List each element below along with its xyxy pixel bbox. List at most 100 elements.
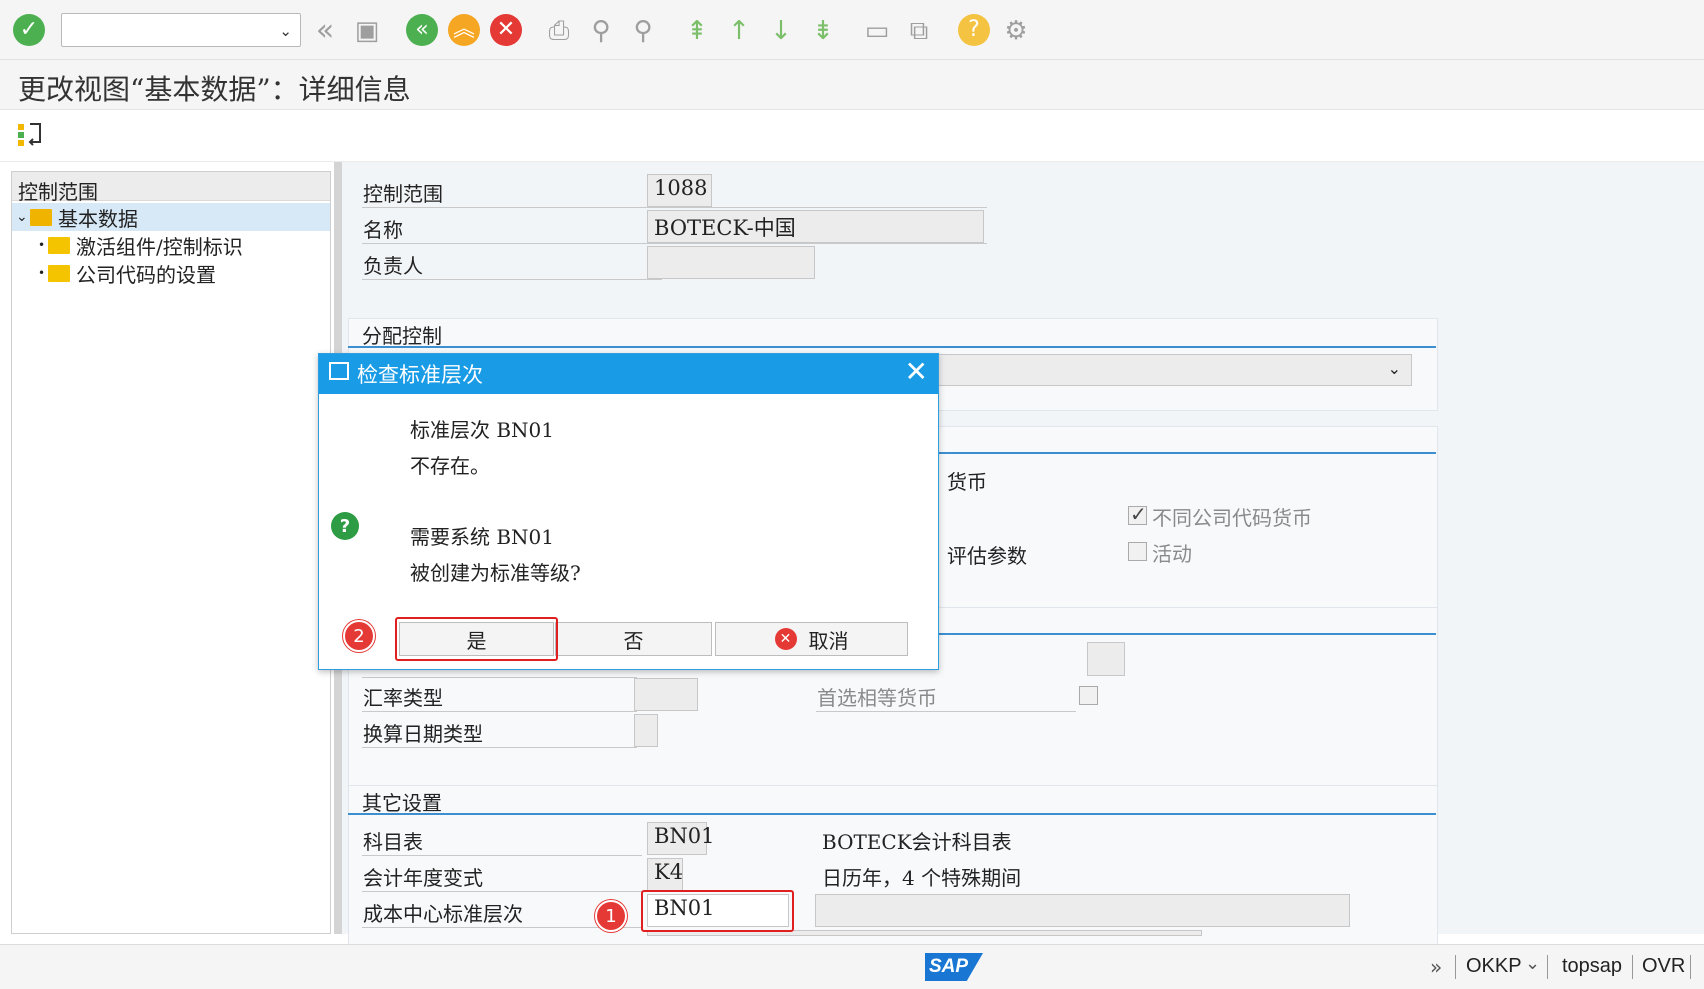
display-change-icon[interactable]	[16, 120, 46, 150]
command-field[interactable]: ⌄	[61, 13, 301, 47]
shortcut-icon[interactable]: ⧉	[902, 14, 936, 48]
field-label-name: 名称	[363, 218, 403, 242]
dialog-message-line1: 标准层次 BN01	[410, 418, 555, 442]
application-toolbar	[0, 110, 1704, 162]
sap-logo: SAP	[925, 953, 983, 981]
tree-item-label: 激活组件/控制标识	[76, 234, 243, 259]
tree-header: 控制范围	[12, 172, 330, 204]
exit-icon[interactable]: ︽	[448, 14, 480, 46]
status-separator	[1690, 955, 1691, 979]
step-badge-2: 2	[343, 620, 375, 652]
chevron-down-icon[interactable]: ⌄	[1388, 359, 1401, 378]
close-icon[interactable]: ✕	[905, 358, 928, 386]
field-label-translation-date: 换算日期类型	[363, 722, 483, 746]
group-underline	[348, 346, 1436, 348]
chevron-down-icon[interactable]: ⌄	[16, 209, 30, 225]
status-bar: SAP » OKKP ⌄ topsap OVR	[0, 944, 1704, 989]
tree-item-activate-components[interactable]: • 激活组件/控制标识	[38, 231, 243, 259]
label-underline	[362, 207, 987, 208]
find-icon[interactable]: ⚲	[584, 14, 618, 48]
chart-of-accounts-desc: BOTECK会计科目表	[822, 830, 1012, 854]
preferred-currency-checkbox[interactable]	[1079, 686, 1098, 705]
exchange-upper-field[interactable]	[1087, 642, 1125, 676]
standard-hierarchy-desc-field	[815, 894, 1350, 927]
cancel-button[interactable]: ✕ 取消	[715, 622, 908, 656]
dialog-header[interactable]: 检查标准层次 ✕	[319, 354, 938, 394]
tree-item-company-code-settings[interactable]: • 公司代码的设置	[38, 259, 216, 287]
status-separator	[1632, 955, 1633, 979]
back-icon[interactable]: «	[406, 14, 438, 46]
rate-type-field[interactable]	[634, 678, 698, 711]
label-underline	[362, 711, 637, 712]
print-icon[interactable]: ⎙	[542, 14, 576, 48]
bullet-icon: •	[38, 266, 46, 280]
preferred-currency-label: 首选相等货币	[817, 686, 937, 710]
tree-item-label: 公司代码的设置	[76, 262, 216, 287]
assignment-control-select[interactable]: ⌄	[882, 354, 1412, 386]
active-checkbox[interactable]	[1128, 542, 1147, 561]
status-separator	[1547, 955, 1548, 979]
navigation-tree: 控制范围 ⌄ 基本数据 • 激活组件/控制标识 • 公司代码的设置	[11, 171, 331, 934]
dialog-message-line3: 需要系统 BN01	[410, 525, 555, 549]
step-badge-1: 1	[595, 900, 627, 932]
field-label-person-responsible: 负责人	[363, 254, 423, 278]
label-underline	[362, 677, 637, 678]
settings-icon[interactable]: ⚙	[999, 14, 1033, 48]
dialog-window-icon	[329, 362, 349, 380]
bullet-icon: •	[38, 238, 46, 252]
chevron-down-icon[interactable]: ⌄	[279, 22, 292, 40]
field-label-controlling-area: 控制范围	[363, 182, 443, 206]
expand-status-icon[interactable]: »	[1430, 955, 1442, 979]
tree-item-basic-data[interactable]: ⌄ 基本数据	[12, 203, 330, 231]
cancel-icon[interactable]: ✕	[490, 14, 522, 46]
diff-currency-label: 不同公司代码货币	[1152, 506, 1312, 530]
field-label-fiscal-year-variant: 会计年度变式	[363, 866, 483, 890]
enter-icon[interactable]: ✓	[13, 14, 45, 46]
check-icon: ✓	[1130, 502, 1147, 526]
fiscal-year-variant-desc: 日历年，4 个特殊期间	[822, 866, 1022, 890]
next-page-icon[interactable]: ↓	[764, 14, 798, 48]
controlling-area-field[interactable]: 1088	[647, 174, 712, 207]
create-session-icon[interactable]: ▭	[860, 14, 894, 48]
page-title: 更改视图“基本数据”：详细信息	[18, 73, 411, 106]
save-icon[interactable]: ▣	[350, 14, 384, 48]
folder-icon	[48, 236, 70, 254]
currency-label-partial: 货币	[947, 470, 987, 494]
field-label-standard-hierarchy: 成本中心标准层次	[363, 902, 523, 926]
folder-open-icon	[30, 208, 52, 226]
label-underline	[362, 747, 637, 748]
chevron-down-icon[interactable]: ⌄	[1525, 953, 1540, 974]
dialog-message-line2: 不存在。	[410, 454, 490, 478]
back-double-icon[interactable]: «	[308, 14, 342, 48]
field-label-rate-type: 汇率类型	[363, 686, 443, 710]
chart-of-accounts-field[interactable]: BN01	[647, 822, 715, 855]
insert-mode: OVR	[1642, 955, 1686, 977]
field-label-chart-of-accounts: 科目表	[363, 830, 423, 854]
dialog-title: 检查标准层次	[357, 363, 483, 387]
group-underline	[348, 813, 1436, 815]
group-title-assignment: 分配控制	[362, 324, 442, 348]
person-responsible-field[interactable]	[647, 246, 815, 279]
translation-date-field[interactable]	[634, 714, 658, 747]
label-underline	[362, 891, 642, 892]
label-underline	[362, 243, 987, 244]
group-title-other: 其它设置	[362, 791, 442, 815]
help-icon[interactable]: ?	[958, 14, 990, 46]
question-icon: ?	[331, 512, 359, 540]
diff-currency-checkbox[interactable]: ✓	[1128, 502, 1147, 526]
cancel-icon: ✕	[774, 628, 797, 650]
find-next-icon[interactable]: ⚲	[626, 14, 660, 48]
cancel-button-label: 取消	[808, 628, 849, 653]
first-page-icon[interactable]: ⇞	[680, 14, 714, 48]
prev-page-icon[interactable]: ↑	[722, 14, 756, 48]
sap-logo-text: SAP	[929, 956, 969, 977]
no-button-label: 否	[623, 628, 644, 653]
active-label: 活动	[1152, 542, 1192, 566]
name-field[interactable]: BOTECK-中国	[647, 210, 984, 243]
last-page-icon[interactable]: ⇟	[806, 14, 840, 48]
valuation-label-partial: 评估参数	[947, 544, 1027, 568]
fiscal-year-variant-field[interactable]: K4	[647, 858, 683, 891]
server-name: topsap	[1562, 955, 1623, 977]
no-button[interactable]: 否	[555, 622, 712, 656]
transaction-code: OKKP	[1466, 955, 1522, 977]
